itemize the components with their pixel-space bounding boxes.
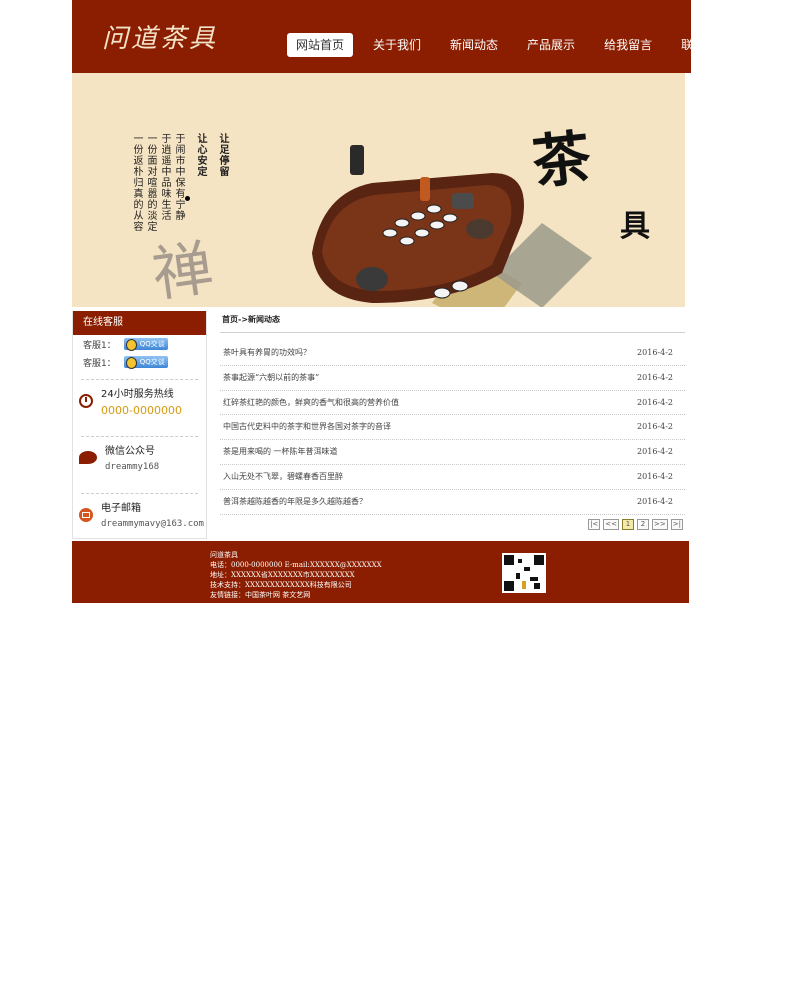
news-item[interactable]: 茶是用来喝的 一杯陈年普洱味道 2016-4-2 <box>220 440 685 465</box>
main-nav: 网站首页 关于我们 新闻动态 产品展示 给我留言 联系我们 <box>287 33 749 57</box>
footer: 问道茶具 电话：0000-0000000 E-mail:XXXXXX@XXXXX… <box>72 541 689 603</box>
hotline-number: 0000-0000000 <box>101 404 182 417</box>
news-item[interactable]: 入山无处不飞翠，碧螺春香百里醉 2016-4-2 <box>220 465 685 490</box>
wechat-id: dreammy168 <box>105 462 160 472</box>
sidebar-title: 在线客服 <box>73 311 206 335</box>
qq-label: 客服1： <box>83 358 116 369</box>
hotline-title: 24小时服务热线 <box>101 389 174 400</box>
wechat-block: 微信公众号 dreammy168 <box>73 437 206 485</box>
footer-phone-email: 电话：0000-0000000 E-mail:XXXXXX@XXXXXXX <box>210 561 382 569</box>
qq-label: 客服1： <box>83 340 116 351</box>
pagination: |< << 1 2 >> >| <box>588 519 683 530</box>
news-title[interactable]: 茶叶具有养胃的功效吗？ <box>223 341 311 365</box>
content-area: 在线客服 客服1： QQ交谈 客服1： QQ交谈 24小时服务热线 0000-0… <box>72 307 691 539</box>
clock-icon <box>79 394 93 408</box>
nav-contact[interactable]: 联系我们 <box>672 33 738 57</box>
breadcrumb: 首页->新闻动态 <box>220 313 685 333</box>
nav-home[interactable]: 网站首页 <box>287 33 354 57</box>
banner-sub-char: 具 <box>620 209 650 244</box>
qq-row-2: 客服1： QQ交谈 <box>83 353 206 371</box>
news-date: 2016-4-2 <box>637 471 673 481</box>
news-date: 2016-4-2 <box>637 496 673 506</box>
news-date: 2016-4-2 <box>637 348 673 357</box>
teapot-icon <box>356 267 388 291</box>
sidebar: 在线客服 客服1： QQ交谈 客服1： QQ交谈 24小时服务热线 0000-0… <box>72 311 207 539</box>
hotline-block: 24小时服务热线 0000-0000000 <box>73 380 206 428</box>
footer-address: 地址：XXXXXX省XXXXXXX市XXXXXXXXX <box>210 571 355 579</box>
next-page-button[interactable]: >> <box>652 519 668 530</box>
mail-icon <box>79 508 93 522</box>
nav-products[interactable]: 产品展示 <box>518 33 584 57</box>
email-title: 电子邮箱 <box>101 503 141 514</box>
news-date: 2016-4-2 <box>637 447 673 457</box>
news-item[interactable]: 红碎茶红艳的颜色，鲜爽的香气和很高的营养价值 2016-4-2 <box>220 391 685 416</box>
qr-code-icon <box>502 553 546 593</box>
footer-support: 技术支持：XXXXXXXXXXXXX科技有限公司 <box>210 581 352 589</box>
news-item[interactable]: 中国古代史料中的茶字和世界各国对茶字的音译 2016-4-2 <box>220 415 685 441</box>
prev-page-button[interactable]: << <box>603 519 620 530</box>
banner-title-char: 茶 <box>529 123 594 197</box>
banner: 让足停留 让心安定 于闹市中保有宁静 于逍遥中品味生活 一份面对喧嚣的淡定 一份… <box>72 73 685 307</box>
wechat-title: 微信公众号 <box>105 446 155 457</box>
news-title[interactable]: 红碎茶红艳的颜色，鲜爽的香气和很高的营养价值 <box>223 391 399 415</box>
news-title[interactable]: 茶是用来喝的 一杯陈年普洱味道 <box>223 440 338 464</box>
email-address[interactable]: dreammymavy@163.com <box>101 518 204 530</box>
footer-info: 问道茶具 电话：0000-0000000 E-mail:XXXXXX@XXXXX… <box>210 550 382 600</box>
qq-row-1: 客服1： QQ交谈 <box>83 335 206 353</box>
page: 问道茶具 网站首页 关于我们 新闻动态 产品展示 给我留言 联系我们 让足停留 … <box>72 0 729 603</box>
news-item[interactable]: 茶事起源“六朝以前的茶事” 2016-4-2 <box>220 366 685 391</box>
footer-links[interactable]: 友情链接：中国茶叶网 茶文艺网 <box>210 590 382 600</box>
news-date: 2016-4-2 <box>637 397 673 407</box>
first-page-button[interactable]: |< <box>588 519 601 530</box>
email-block: 电子邮箱 dreammymavy@163.com <box>73 494 206 542</box>
qq-chat-button[interactable]: QQ交谈 <box>123 356 168 369</box>
nav-news[interactable]: 新闻动态 <box>441 33 507 57</box>
wechat-icon <box>79 451 97 464</box>
last-page-button[interactable]: >| <box>670 519 683 530</box>
news-panel: 首页->新闻动态 茶叶具有养胃的功效吗？ 2016-4-2 茶事起源“六朝以前的茶… <box>220 313 685 530</box>
news-title[interactable]: 茶事起源“六朝以前的茶事” <box>223 366 319 390</box>
news-date: 2016-4-2 <box>637 422 673 432</box>
news-date: 2016-4-2 <box>637 372 673 382</box>
qq-chat-button[interactable]: QQ交谈 <box>123 338 168 351</box>
news-item[interactable]: 普洱茶越陈越香的年限是多久越陈越香？ 2016-4-2 <box>220 490 685 515</box>
site-logo[interactable]: 问道茶具 <box>102 18 218 55</box>
nav-about[interactable]: 关于我们 <box>364 33 430 57</box>
news-title[interactable]: 普洱茶越陈越香的年限是多久越陈越香？ <box>223 490 367 514</box>
news-list: 茶叶具有养胃的功效吗？ 2016-4-2 茶事起源“六朝以前的茶事” 2016-4-… <box>220 341 685 515</box>
page-2-button[interactable]: 2 <box>637 519 650 530</box>
news-title[interactable]: 中国古代史料中的茶字和世界各国对茶字的音译 <box>223 415 391 439</box>
news-item[interactable]: 茶叶具有养胃的功效吗？ 2016-4-2 <box>220 341 685 366</box>
news-title[interactable]: 入山无处不飞翠，碧螺春香百里醉 <box>223 465 343 489</box>
footer-company: 问道茶具 <box>210 551 238 559</box>
page-1-button[interactable]: 1 <box>622 519 635 530</box>
header: 问道茶具 网站首页 关于我们 新闻动态 产品展示 给我留言 联系我们 <box>72 0 729 73</box>
nav-message[interactable]: 给我留言 <box>595 33 661 57</box>
